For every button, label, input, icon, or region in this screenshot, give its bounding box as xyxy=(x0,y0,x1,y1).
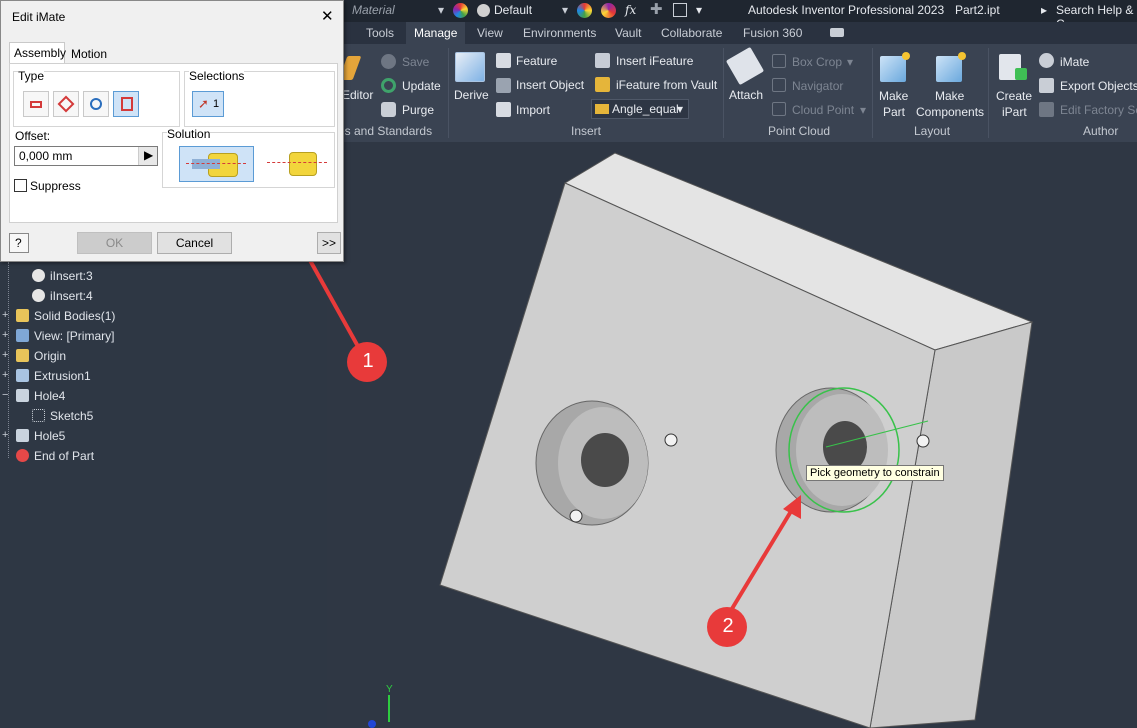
work-point xyxy=(916,434,930,448)
chevron-right-icon: ▶ xyxy=(144,148,154,162)
offset-arrow-button[interactable]: ▶ xyxy=(138,147,157,165)
callout-number-2: 2 xyxy=(722,615,734,637)
cursor-arrow-icon: ➚ xyxy=(198,96,209,111)
angle-type-button[interactable] xyxy=(53,91,79,117)
insert-icon xyxy=(121,97,133,111)
more-button[interactable]: >> xyxy=(317,232,341,254)
dialog-title: Edit iMate xyxy=(12,10,66,24)
offset-input[interactable]: 0,000 mm xyxy=(14,146,158,166)
mate-type-button[interactable] xyxy=(23,91,49,117)
tangent-icon xyxy=(90,98,102,110)
tab-assembly-label: Assembly xyxy=(14,46,67,60)
help-button[interactable]: ? xyxy=(9,233,29,253)
selection-count: 1 xyxy=(213,98,220,110)
cylinder-icon xyxy=(289,152,317,176)
axis-line-icon xyxy=(186,163,246,165)
solution-label: Solution xyxy=(167,127,211,141)
ok-button[interactable]: OK xyxy=(77,232,152,254)
suppress-checkbox[interactable] xyxy=(14,179,27,192)
callout-number-1: 1 xyxy=(362,350,374,372)
selection-1-button[interactable]: ➚ 1 xyxy=(192,91,224,117)
insert-type-button[interactable] xyxy=(113,91,139,117)
suppress-label: Suppress xyxy=(30,179,81,193)
close-icon[interactable]: ✕ xyxy=(321,7,334,25)
edit-imate-dialog: Edit iMate ✕ Assembly Motion Type Select… xyxy=(0,0,344,262)
solution-opposed-button[interactable] xyxy=(179,146,254,182)
work-point xyxy=(569,509,583,523)
tab-motion[interactable]: Motion xyxy=(71,47,107,61)
solution-aligned-button[interactable] xyxy=(259,146,331,182)
offset-label: Offset: xyxy=(15,129,51,143)
help-icon: ? xyxy=(15,236,22,250)
mate-icon xyxy=(30,101,42,108)
z-axis-dot xyxy=(368,720,376,728)
offset-value: 0,000 mm xyxy=(19,149,73,163)
selections-label: Selections xyxy=(189,69,245,83)
tab-assembly[interactable]: Assembly xyxy=(9,42,67,64)
work-point xyxy=(664,433,678,447)
axis-line-icon xyxy=(267,162,327,164)
hole-bore-1 xyxy=(581,433,629,487)
angle-icon xyxy=(57,95,75,113)
cancel-button[interactable]: Cancel xyxy=(157,232,232,254)
pick-geometry-tooltip: Pick geometry to constrain xyxy=(806,465,944,481)
type-label: Type xyxy=(18,69,45,83)
tangent-type-button[interactable] xyxy=(83,91,109,117)
axis-label-y: Y xyxy=(386,684,393,695)
